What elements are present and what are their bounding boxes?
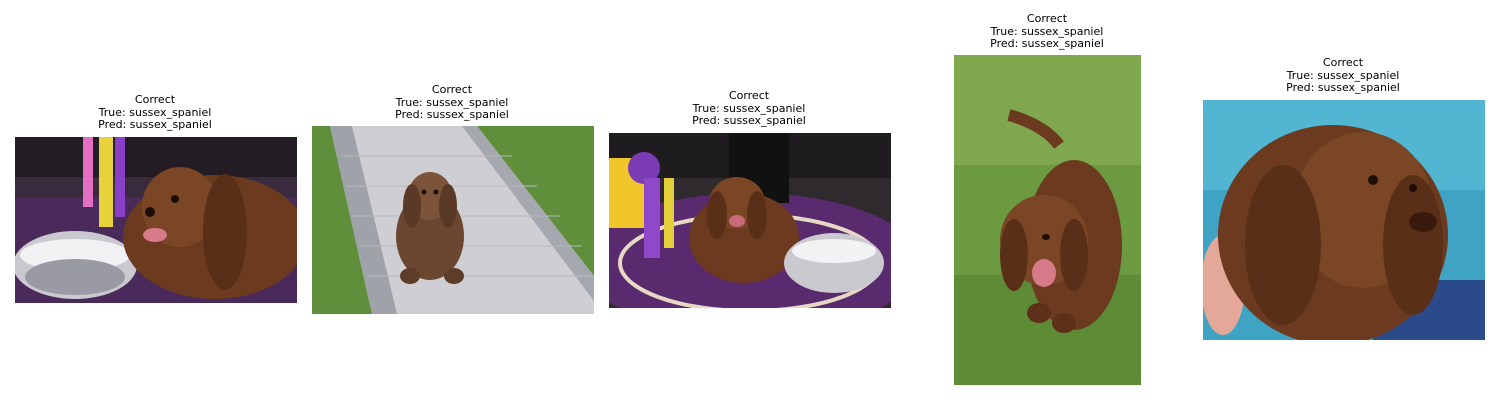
panel-2-image [312,126,594,314]
panel-3-title: Correct True: sussex_spaniel Pred: susse… [692,89,806,128]
panel-2-title: Correct True: sussex_spaniel Pred: susse… [395,83,509,122]
panel-4-status: Correct [1026,12,1068,25]
panel-5-image [1203,100,1485,340]
panel-3-status: Correct [728,89,770,102]
panel-5-title: Correct True: sussex_spaniel Pred: susse… [1286,56,1400,95]
panel-1-title: Correct True: sussex_spaniel Pred: susse… [98,93,212,132]
panel-4-title: Correct True: sussex_spaniel Pred: susse… [990,12,1104,51]
panel-3-pred-label: Pred: sussex_spaniel [692,114,806,127]
panel-1-image [15,137,297,303]
panel-1-status: Correct [134,93,176,106]
panel-1-pred-label: Pred: sussex_spaniel [98,118,212,131]
panel-2-pred-label: Pred: sussex_spaniel [395,108,509,121]
panel-3-image [609,133,891,308]
panel-5-status: Correct [1322,56,1364,69]
panel-2-status: Correct [431,83,473,96]
panel-5-pred-label: Pred: sussex_spaniel [1286,81,1400,94]
panel-4-pred-label: Pred: sussex_spaniel [990,37,1104,50]
panel-4-image [954,55,1141,385]
